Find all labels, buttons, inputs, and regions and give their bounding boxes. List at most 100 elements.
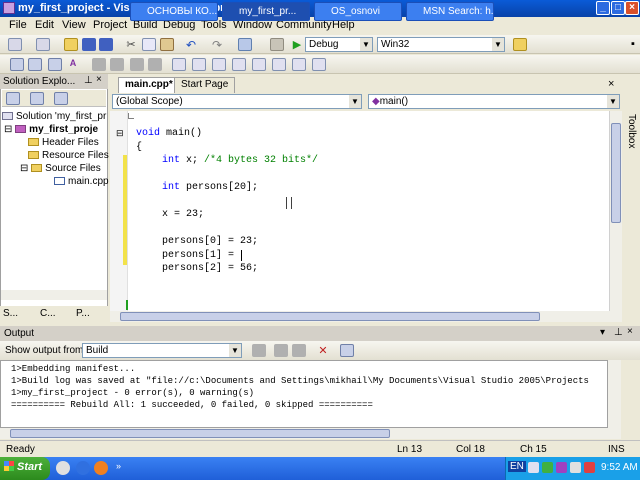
language-indicator[interactable]: EN [508, 461, 526, 472]
tray-icon[interactable] [542, 462, 553, 473]
panel-close-icon[interactable]: × [96, 74, 102, 85]
comment-out-icon[interactable] [130, 58, 144, 71]
output-dropdown-icon[interactable]: ▾ [600, 327, 605, 338]
tree-project[interactable]: ⊟ my_first_proje [4, 124, 98, 135]
show-more-icon[interactable]: » [116, 461, 124, 475]
close-button[interactable]: × [625, 1, 639, 15]
word-wrap-icon[interactable] [340, 344, 354, 357]
menu-file[interactable]: File [9, 19, 27, 31]
editor-vscroll[interactable] [609, 111, 622, 311]
menu-view[interactable]: View [62, 19, 86, 31]
document-close-icon[interactable]: × [608, 78, 614, 90]
decrease-indent-icon[interactable] [92, 58, 106, 71]
tray-icon[interactable] [528, 462, 539, 473]
toolbar-overflow-icon[interactable]: ▪ [626, 38, 640, 51]
next-bookmark-folder-icon[interactable] [252, 58, 266, 71]
next-bookmark-icon[interactable] [212, 58, 226, 71]
clear-bookmarks-icon[interactable] [312, 58, 326, 71]
prev-message-icon[interactable] [274, 344, 288, 357]
quick-info-icon[interactable] [48, 58, 62, 71]
task-msn-search[interactable]: MSN Search: h... [406, 2, 494, 21]
quick-launch-icon[interactable] [56, 461, 70, 475]
editor-hscroll-thumb[interactable] [120, 312, 540, 321]
save-all-icon[interactable] [99, 38, 113, 51]
redo-icon[interactable]: ↷ [210, 38, 224, 52]
open-icon[interactable] [64, 38, 78, 51]
increase-indent-icon[interactable] [110, 58, 124, 71]
output-vscroll[interactable] [608, 360, 621, 428]
ie-icon[interactable] [76, 461, 90, 475]
code-line: void main() [136, 128, 203, 139]
next-message-icon[interactable] [292, 344, 306, 357]
volume-icon[interactable] [570, 462, 581, 473]
tree-resource-files[interactable]: Resource Files [28, 150, 109, 161]
find-in-files-icon[interactable] [513, 38, 527, 51]
status-ins: INS [608, 444, 625, 455]
tree-solution[interactable]: Solution 'my_first_pr [2, 111, 106, 122]
prev-bookmark-folder-icon[interactable] [232, 58, 246, 71]
tab-main-cpp[interactable]: main.cpp* [118, 77, 180, 93]
output-hscroll-thumb[interactable] [10, 429, 390, 438]
start-debugging-icon[interactable]: ▶ [290, 38, 304, 51]
save-icon[interactable] [82, 38, 96, 51]
menu-edit[interactable]: Edit [35, 19, 54, 31]
config-select[interactable]: Debug ▼ [305, 37, 373, 52]
output-pin-icon[interactable]: ⊥ [614, 327, 623, 338]
tree-source-files[interactable]: ⊟ Source Files [20, 163, 101, 174]
paste-icon[interactable] [160, 38, 174, 51]
output-text[interactable]: 1>Embedding manifest... 1>Build log was … [0, 360, 608, 428]
task-folder[interactable]: OS_osnovi [314, 2, 402, 21]
properties-icon[interactable] [6, 92, 20, 105]
new-project-icon[interactable] [8, 38, 22, 51]
next-bookmark-doc-icon[interactable] [292, 58, 306, 71]
start-button[interactable]: Start [0, 457, 50, 480]
tray-icon[interactable] [556, 462, 567, 473]
tab-start-page[interactable]: Start Page [174, 77, 236, 93]
go-to-line-icon[interactable] [252, 344, 266, 357]
copy-icon[interactable] [142, 38, 156, 51]
bookmark-icon[interactable] [172, 58, 186, 71]
clear-all-icon[interactable]: ✕ [316, 344, 330, 357]
show-all-files-icon[interactable] [30, 92, 44, 105]
output-source-select[interactable]: Build ▼ [82, 343, 242, 358]
firefox-icon[interactable] [94, 461, 108, 475]
tree-header-files[interactable]: Header Files [28, 137, 99, 148]
members-icon[interactable] [10, 58, 24, 71]
outline-collapse-icon[interactable]: ⊟ [116, 128, 124, 139]
editor-hscroll[interactable] [110, 311, 622, 322]
prev-bookmark-doc-icon[interactable] [272, 58, 286, 71]
clock[interactable]: 9:52 AM [601, 462, 638, 473]
pin-icon[interactable]: ⊥ [84, 75, 93, 86]
tree-main-cpp[interactable]: main.cpp [54, 176, 109, 187]
platform-select[interactable]: Win32 ▼ [377, 37, 505, 52]
editor-vscroll-thumb[interactable] [611, 123, 621, 223]
complete-word-icon[interactable]: A [66, 58, 80, 71]
tray-icon[interactable] [584, 462, 595, 473]
undo-icon[interactable]: ↶ [184, 38, 198, 52]
uncomment-icon[interactable] [148, 58, 162, 71]
code-line: int x; /*4 bytes 32 bits*/ [162, 155, 319, 166]
output-close-icon[interactable]: × [627, 326, 633, 337]
parameter-info-icon[interactable] [28, 58, 42, 71]
task-document[interactable]: ОСНОВЫ КО... [130, 2, 218, 21]
menu-project[interactable]: Project [93, 19, 127, 31]
collapse-icon[interactable]: ⊟ [4, 124, 15, 135]
function-select[interactable]: ◆main() ▼ [368, 94, 620, 109]
scope-select[interactable]: (Global Scope) ▼ [112, 94, 362, 109]
navigate-icon[interactable] [238, 38, 252, 51]
task-visual-cpp[interactable]: my_first_pr... [222, 2, 310, 21]
cut-icon[interactable]: ✂ [124, 38, 138, 51]
toolbox-tab[interactable]: Toolbox [623, 94, 640, 254]
prev-bookmark-icon[interactable] [192, 58, 206, 71]
tab-solution-explorer[interactable]: S... [3, 308, 18, 319]
tab-class-view[interactable]: C... [40, 308, 56, 319]
tab-property-manager[interactable]: P... [76, 308, 90, 319]
step-icon[interactable] [270, 38, 284, 51]
collapse-icon[interactable]: ⊟ [20, 163, 31, 174]
add-item-icon[interactable] [36, 38, 50, 51]
maximize-button[interactable]: □ [611, 1, 625, 15]
refresh-icon[interactable] [54, 92, 68, 105]
output-hscroll[interactable] [0, 428, 621, 439]
minimize-button[interactable]: _ [596, 1, 610, 15]
solution-explorer-hscroll[interactable] [1, 290, 107, 300]
